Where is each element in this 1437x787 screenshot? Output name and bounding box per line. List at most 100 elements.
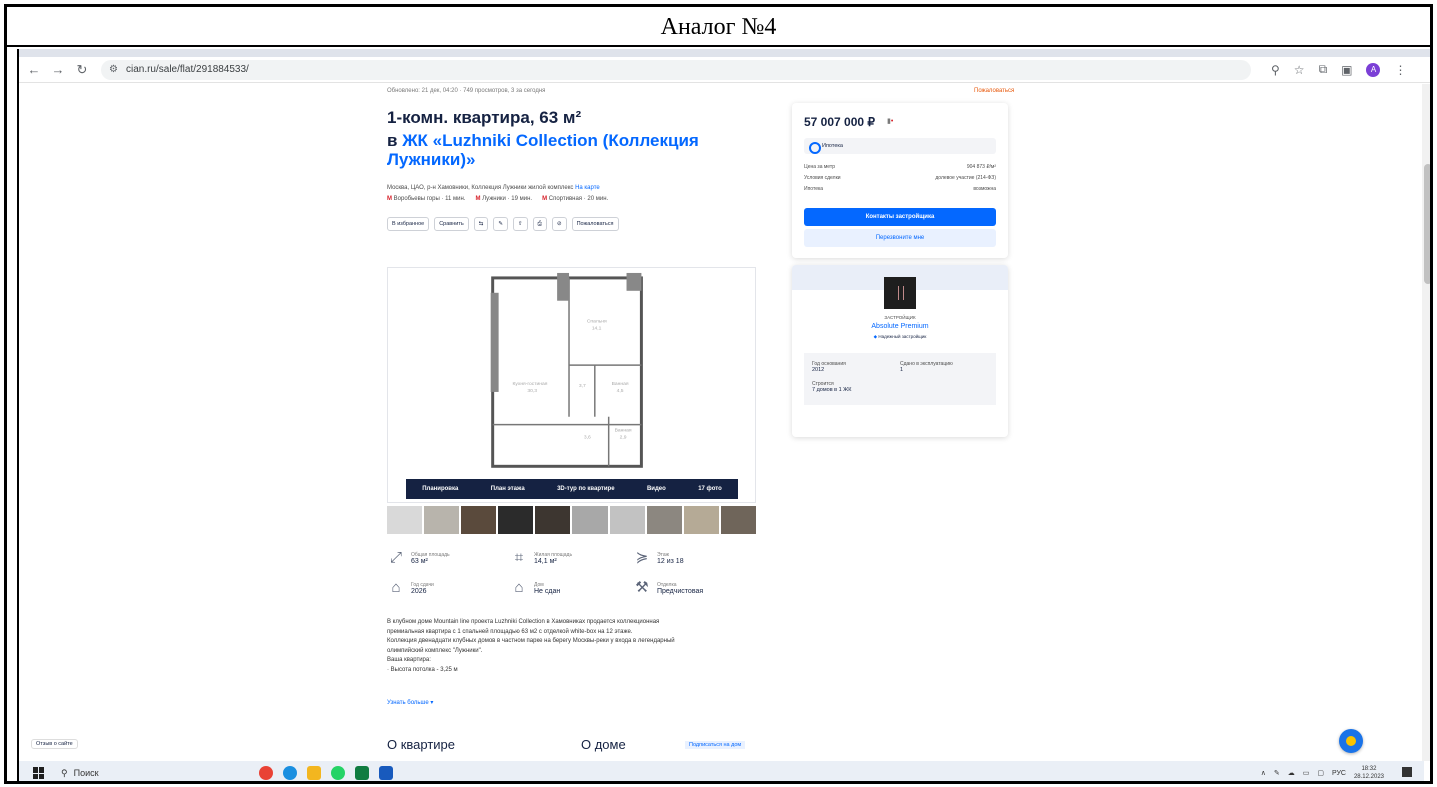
thumbnail[interactable] — [646, 506, 682, 534]
thumbnail[interactable] — [609, 506, 645, 534]
chat-bubble-icon[interactable] — [1339, 729, 1363, 753]
thumbnail[interactable] — [683, 506, 719, 534]
toolbar-right: ⚲ ☆ ⧉ ▣ A ⋮ — [1271, 62, 1406, 77]
site-info-icon[interactable]: ⚙ — [109, 64, 118, 75]
video-thumbnail[interactable] — [498, 506, 534, 534]
developer-name-link[interactable]: Absolute Premium — [792, 323, 1008, 330]
fact-value: 2026 — [411, 587, 427, 595]
chrome-icon[interactable] — [258, 766, 273, 780]
whatsapp-icon[interactable] — [330, 766, 345, 780]
page-scrollbar[interactable] — [1422, 84, 1430, 761]
metro-list: M Воробьевы горы · 11 мин. M Лужники · 1… — [387, 196, 608, 202]
metro-item[interactable]: M Воробьевы горы · 11 мин. — [387, 196, 466, 202]
feedback-button[interactable]: Отзыв о сайте — [31, 739, 78, 749]
print-button[interactable]: ⎙ — [532, 217, 547, 231]
metro-name: Воробьевы горы — [393, 196, 440, 202]
developer-kind: ЗАСТРОЙЩИК — [884, 315, 916, 320]
volume-icon[interactable]: ▢ — [1317, 769, 1324, 777]
tab-strip — [19, 49, 1430, 57]
reload-icon[interactable]: ↻ — [73, 62, 91, 78]
price-history-icon[interactable]: ▮• — [887, 117, 893, 125]
notification-icon[interactable] — [1402, 767, 1412, 777]
pen-icon[interactable]: ✎ — [1274, 769, 1280, 777]
excel-icon[interactable] — [354, 766, 369, 780]
report-link[interactable]: Пожаловаться — [974, 88, 1014, 94]
listing-meta: Обновлено: 21 дек, 04:20 · 749 просмотро… — [387, 88, 546, 94]
metro-time: 20 мин. — [587, 196, 609, 202]
language-indicator[interactable]: РУС — [1332, 770, 1346, 777]
tab-floor-plan[interactable]: План этажа — [491, 486, 525, 492]
thumbnail[interactable] — [424, 506, 460, 534]
section-about-house: О доме — [581, 737, 626, 752]
profile-avatar[interactable]: A — [1366, 62, 1381, 77]
thumbnail[interactable] — [572, 506, 608, 534]
word-icon[interactable] — [378, 766, 393, 780]
reliable-developer-badge: ◆ Надежный застройщик — [792, 334, 1008, 340]
tab-3d-tour[interactable]: 3D-тур по квартире — [557, 486, 614, 492]
deal-terms-row: Условия сделки долевое участие (214-ФЗ) — [804, 175, 996, 181]
action-buttons: В избранное Сравнить ⇆ ✎ ⇧ ⎙ ⊘ Пожаловат… — [387, 217, 619, 231]
callback-button[interactable]: Перезвоните мне — [804, 229, 996, 247]
clock-time: 18:32 — [1361, 766, 1377, 772]
clock[interactable]: 18:32 28.12.2023 — [1354, 765, 1384, 781]
mortgage-chip[interactable]: Ипотека — [804, 138, 996, 154]
complex-prefix: в — [387, 131, 403, 150]
read-more-link[interactable]: Узнать больше ▾ — [387, 699, 433, 706]
favorite-button[interactable]: В избранное — [387, 217, 430, 231]
network-icon[interactable]: ▭ — [1303, 769, 1310, 777]
menu-icon[interactable]: ⋮ — [1394, 63, 1406, 77]
shield-icon: ◆ — [873, 334, 878, 339]
tab-video[interactable]: Видео — [647, 486, 666, 492]
tab-photos[interactable]: 17 фото — [698, 486, 722, 492]
subscribe-house-link[interactable]: Подписаться на дом — [685, 741, 746, 749]
cloud-icon[interactable]: ☁ — [1288, 769, 1295, 777]
address-bar[interactable]: ⚙ cian.ru/sale/flat/291884533/ — [101, 59, 1251, 80]
contact-developer-button[interactable]: Контакты застройщика — [804, 208, 996, 226]
share-button[interactable]: ⇆ — [473, 217, 489, 231]
metro-item[interactable]: M Спортивная · 20 мин. — [542, 196, 608, 202]
windows-taskbar: ⚲ Поиск ∧ ✎ ☁ ▭ ▢ РУС 18:32 28.12.2023 — [19, 761, 1424, 781]
developer-card: ЗАСТРОЙЩИК Absolute Premium ◆ Надежный з… — [792, 265, 1008, 437]
forward-icon[interactable]: → — [49, 62, 67, 77]
metro-icon: M — [387, 196, 392, 202]
compare-button[interactable]: Сравнить — [434, 217, 469, 231]
row-label: Цена за метр — [804, 164, 835, 170]
section-about-flat: О квартире — [387, 737, 456, 752]
file-explorer-icon[interactable] — [306, 766, 321, 780]
back-icon[interactable]: ← — [25, 62, 43, 77]
thumbnail[interactable] — [720, 506, 756, 534]
hide-button[interactable]: ⊘ — [551, 217, 567, 231]
svg-text:2,9: 2,9 — [620, 435, 627, 441]
description-line: премиальная квартира с 1 спальней площад… — [387, 628, 633, 635]
gallery-tabs: Планировка План этажа 3D-тур по квартире… — [406, 479, 738, 499]
caption-bar: Аналог №4 — [7, 7, 1430, 47]
zoom-icon[interactable]: ⚲ — [1271, 63, 1280, 77]
edge-icon[interactable] — [282, 766, 297, 780]
floor-plan-gallery[interactable]: Спальня 14,1 Кухня-гостиная 30,3 3,7 Ван… — [387, 267, 756, 503]
scrollbar-thumb[interactable] — [1424, 164, 1430, 284]
metro-item[interactable]: M Лужники · 19 мин. — [476, 196, 533, 202]
fact-label: Жилая площадь — [534, 551, 573, 558]
thumbnail[interactable] — [387, 506, 423, 534]
complain-button[interactable]: Пожаловаться — [571, 217, 619, 231]
thumbnail[interactable] — [535, 506, 571, 534]
sidepanel-icon[interactable]: ▣ — [1341, 63, 1352, 77]
taskbar-search[interactable]: ⚲ Поиск — [61, 768, 99, 779]
extensions-icon[interactable]: ⧉ — [1319, 62, 1328, 77]
complex-link[interactable]: ЖК «Luzhniki Collection (Коллекция Лужни… — [387, 131, 699, 169]
tray-chevron-icon[interactable]: ∧ — [1261, 769, 1266, 777]
tab-plan[interactable]: Планировка — [422, 486, 458, 492]
developer-logo[interactable] — [884, 277, 916, 309]
page-content: Обновлено: 21 дек, 04:20 · 749 просмотро… — [19, 84, 1424, 761]
bookmark-star-icon[interactable]: ☆ — [1294, 63, 1305, 77]
badge-text: Надежный застройщик — [878, 334, 927, 339]
map-link[interactable]: На карте — [575, 185, 600, 191]
thumbnail[interactable] — [461, 506, 497, 534]
metro-time: 19 мин. — [511, 196, 533, 202]
windows-start-icon[interactable] — [33, 767, 45, 779]
download-button[interactable]: ⇧ — [512, 217, 528, 231]
developer-stats: Год основания 2012 Сдано в эксплуатацию … — [804, 353, 996, 405]
note-button[interactable]: ✎ — [493, 217, 508, 231]
paint-roller-icon: ⚒ — [635, 579, 649, 596]
screenshot: ← → ↻ ⚙ cian.ru/sale/flat/291884533/ ⚲ ☆… — [17, 49, 1430, 781]
